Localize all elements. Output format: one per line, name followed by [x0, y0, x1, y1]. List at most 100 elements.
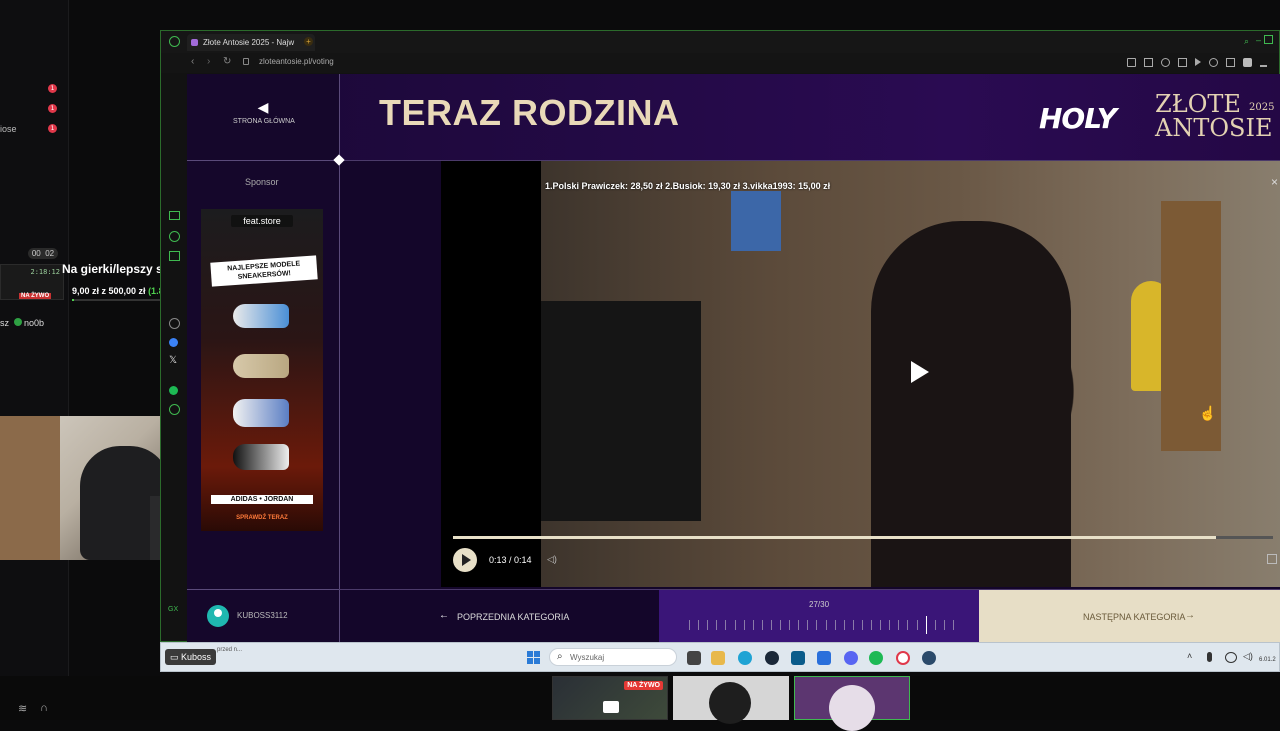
chat-icon: ▭	[170, 652, 179, 662]
arrow-right-icon: →	[1185, 610, 1195, 621]
file-explorer-icon[interactable]	[711, 651, 725, 665]
minimize-icon[interactable]: –	[1256, 35, 1261, 45]
extension-icon[interactable]	[1144, 58, 1153, 67]
profile-avatar[interactable]	[1243, 58, 1252, 67]
category-tick	[907, 620, 909, 630]
screen-share-icon	[603, 701, 619, 713]
participant-avatar	[709, 682, 751, 724]
live-badge-small: NA ŻYWO	[19, 293, 52, 299]
chat-preview: przed n...	[217, 647, 243, 653]
wifi-icon[interactable]	[1225, 652, 1237, 663]
chat-user: no0b	[24, 318, 45, 328]
mic-icon[interactable]	[1207, 652, 1212, 662]
next-category-button[interactable]: NASTĘPNA KATEGORIA →	[979, 590, 1280, 644]
app-icon[interactable]	[817, 651, 831, 665]
reload-icon[interactable]: ↻	[223, 56, 231, 67]
discord-icon[interactable]	[844, 651, 858, 665]
chevron-up-icon[interactable]: ˄	[1187, 651, 1192, 661]
spotify-icon[interactable]	[169, 386, 178, 395]
history-icon[interactable]	[169, 231, 180, 242]
category-tick	[834, 620, 836, 630]
video-chair	[871, 221, 1071, 587]
ad-headline: NAJLEPSZE MODELE SNEAKERSÓW!	[210, 255, 318, 287]
puzzle-icon[interactable]	[1226, 58, 1235, 67]
messenger-icon[interactable]	[169, 338, 178, 347]
participant-avatar	[829, 685, 875, 731]
chat-label: Kuboss	[181, 652, 212, 662]
category-tick	[825, 620, 827, 630]
new-tab-icon[interactable]: +	[304, 37, 313, 46]
stream-thumbnail[interactable]: NA ŻYWO	[552, 676, 668, 720]
goal-progress-fill	[72, 299, 75, 301]
volume-icon[interactable]: ◁)	[547, 554, 557, 565]
back-arrow-icon: ◀	[257, 99, 269, 115]
gx-icon[interactable]: GX	[168, 606, 178, 613]
home-back-button[interactable]: ◀ STRONA GŁÓWNA	[233, 99, 295, 125]
category-tick	[752, 620, 754, 630]
user-avatar[interactable]	[207, 605, 229, 627]
x-icon[interactable]: 𝕏	[169, 356, 177, 366]
search-icon[interactable]: ⌕	[1244, 36, 1249, 47]
close-icon[interactable]: ×	[1271, 175, 1278, 189]
stream-clock: 2:18:12	[30, 268, 60, 276]
task-view-icon[interactable]	[687, 651, 701, 665]
opera-icon[interactable]	[896, 651, 910, 665]
gallery-icon[interactable]	[169, 211, 180, 220]
volume-icon[interactable]: ◁)	[1243, 651, 1253, 662]
category-tick	[953, 620, 954, 630]
browser-tab[interactable]: Złote Antosie 2025 - Najw	[187, 34, 315, 51]
category-counter: 27/30	[809, 600, 830, 609]
screenshot-icon[interactable]	[1178, 58, 1187, 67]
category-tick	[861, 620, 863, 630]
download-icon[interactable]	[1260, 58, 1267, 67]
url-field[interactable]: zloteantosie.pl/voting	[259, 57, 334, 66]
heart-icon[interactable]	[1209, 58, 1218, 67]
sneaker-image	[233, 444, 289, 470]
shield-icon[interactable]	[1161, 58, 1170, 67]
sneaker-image	[233, 399, 289, 427]
store-icon[interactable]	[791, 651, 805, 665]
logo-year: 2025	[1249, 102, 1275, 113]
steam-icon[interactable]	[765, 651, 779, 665]
sponsor-label: Sponsor	[245, 177, 279, 187]
steam-app-icon[interactable]	[922, 651, 936, 665]
windows-start-icon[interactable]	[527, 651, 540, 664]
center-play-button[interactable]	[905, 357, 935, 387]
spotify-icon[interactable]	[869, 651, 883, 665]
chat-notification[interactable]: ▭ Kuboss	[165, 649, 217, 665]
seek-progress	[453, 536, 1216, 539]
fullscreen-icon[interactable]	[1267, 554, 1277, 564]
settings-icon[interactable]	[169, 318, 180, 329]
back-icon[interactable]: ‹	[191, 56, 194, 67]
participant-tile[interactable]	[673, 676, 789, 724]
clock-icon[interactable]	[169, 404, 180, 415]
lock-icon	[243, 58, 249, 65]
audio-icon[interactable]: ≋	[18, 702, 27, 715]
play-button[interactable]	[453, 548, 477, 572]
category-tick	[761, 620, 763, 630]
tab-bar: Złote Antosie 2025 - Najw + ⌕ –	[161, 31, 1279, 53]
sponsor-ad-banner[interactable]: feat.store NAJLEPSZE MODELE SNEAKERSÓW! …	[201, 209, 323, 531]
video-player[interactable]: 1.Polski Prawiczek: 28,50 zł 2.Busiok: 1…	[441, 161, 1280, 587]
bag-icon[interactable]	[169, 251, 180, 261]
category-counter-panel: 27/30	[659, 590, 979, 644]
category-progress-ticks	[689, 616, 954, 634]
ad-brand: feat.store	[231, 215, 293, 227]
maximize-icon[interactable]	[1264, 35, 1273, 44]
forward-icon[interactable]: ›	[207, 56, 210, 67]
browser-sidebar: 𝕏 GX	[167, 211, 181, 613]
seek-bar[interactable]	[453, 536, 1273, 539]
play-icon[interactable]	[1195, 58, 1201, 66]
browser-window: Złote Antosie 2025 - Najw + ⌕ – ‹ › ↻ zl…	[160, 30, 1280, 644]
channel-label: iose	[0, 124, 17, 134]
headset-icon[interactable]: ∩	[40, 702, 48, 714]
participant-tile-active[interactable]	[794, 676, 910, 731]
logo-line2: ANTOSIE	[1155, 114, 1273, 142]
taskbar-search[interactable]: ⌕ Wyszukaj	[549, 648, 677, 666]
edge-icon[interactable]	[738, 651, 752, 665]
notification-badge: 1	[48, 124, 57, 133]
bookmark-icon[interactable]	[1127, 58, 1136, 67]
sneaker-image	[233, 304, 289, 328]
mini-player: 2:18:12 NA ŻYWO	[0, 264, 64, 300]
previous-category-button[interactable]: ← POPRZEDNIA KATEGORIA	[339, 590, 660, 644]
